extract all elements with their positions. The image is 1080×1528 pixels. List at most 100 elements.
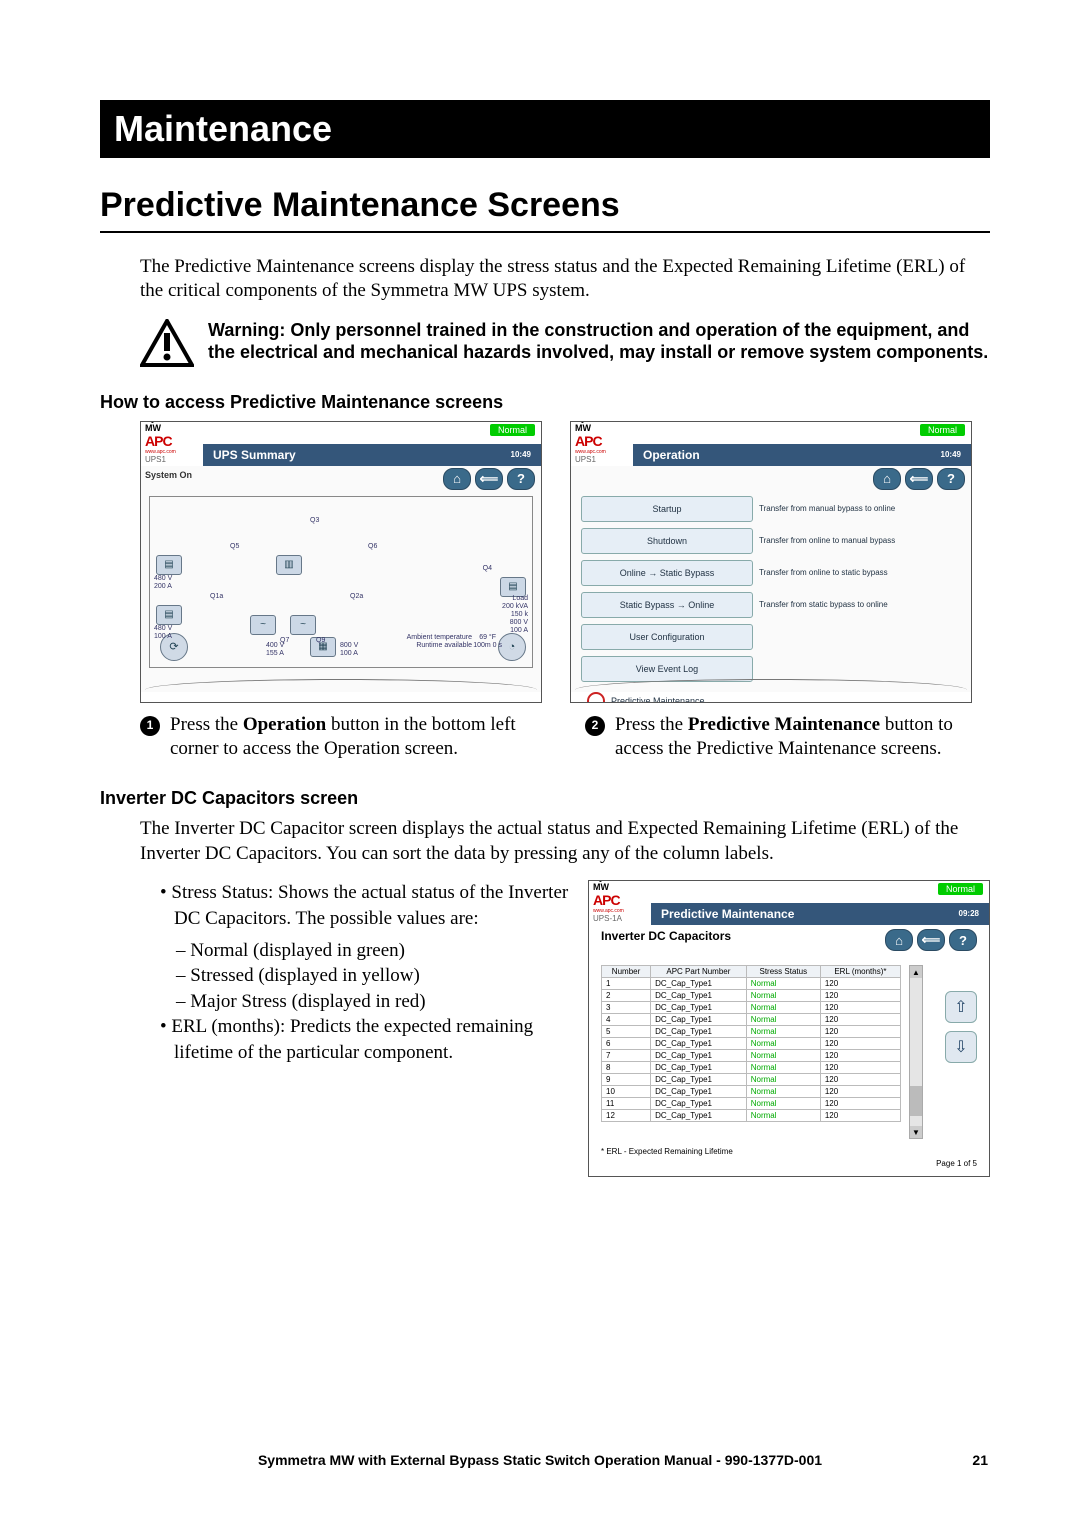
op-shutdown[interactable]: Shutdown	[581, 528, 753, 554]
page-indicator: Page 1 of 5	[936, 1159, 977, 1168]
cell-erl: 120	[820, 1002, 900, 1014]
table-row: 3DC_Cap_Type1Normal120	[602, 1002, 901, 1014]
col-part[interactable]: APC Part Number	[651, 966, 747, 978]
load-a: 100 A	[510, 627, 528, 634]
scroll-down-icon[interactable]: ▼	[910, 1126, 922, 1138]
back-icon[interactable]: ⟸	[917, 929, 945, 951]
cell-erl: 120	[820, 1038, 900, 1050]
section-rule	[100, 231, 990, 233]
read-a: 200 A	[154, 583, 172, 590]
col-number[interactable]: Number	[602, 966, 651, 978]
cell-number: 4	[602, 1014, 651, 1026]
inverter-paragraph: The Inverter DC Capacitor screen display…	[140, 817, 990, 866]
table-row: 9DC_Cap_Type1Normal120	[602, 1074, 901, 1086]
op-startup[interactable]: Startup	[581, 496, 753, 522]
screen-title: Predictive Maintenance	[661, 903, 794, 925]
scrollbar[interactable]: ▲ ▼	[909, 965, 923, 1139]
table-row: 5DC_Cap_Type1Normal120	[602, 1026, 901, 1038]
cell-part: DC_Cap_Type1	[651, 1110, 747, 1122]
product-label: Symmetra MW	[593, 880, 647, 892]
q-label: Q3	[310, 517, 319, 524]
ups-id: UPS-1A	[593, 914, 647, 923]
col-erl[interactable]: ERL (months)*	[820, 966, 900, 978]
back-icon[interactable]: ⟸	[475, 468, 503, 490]
load-v: 800 V	[510, 619, 528, 626]
scroll-up-icon[interactable]: ▲	[910, 966, 922, 978]
section-title: Predictive Maintenance Screens	[100, 186, 990, 225]
help-icon[interactable]: ?	[507, 468, 535, 490]
op-online-to-static[interactable]: Online → Static Bypass	[581, 560, 753, 586]
op-user-config[interactable]: User Configuration	[581, 624, 753, 650]
cell-number: 1	[602, 978, 651, 990]
home-icon[interactable]: ⌂	[873, 468, 901, 490]
cell-part: DC_Cap_Type1	[651, 1002, 747, 1014]
cell-status: Normal	[746, 1038, 820, 1050]
screenshot-operation: Normal Symmetra MW APC www.apc.com UPS1 …	[570, 421, 972, 703]
subheading-access: How to access Predictive Maintenance scr…	[100, 392, 990, 413]
read-a: 155 A	[266, 650, 284, 657]
table-row: 7DC_Cap_Type1Normal120	[602, 1050, 901, 1062]
status-badge: Normal	[938, 883, 983, 895]
apc-logo: Symmetra MW APC www.apc.com UPS-1A	[589, 880, 651, 925]
diagram-node[interactable]: ▤	[156, 605, 182, 625]
help-icon[interactable]: ?	[937, 468, 965, 490]
diagram-node[interactable]: ▤	[156, 555, 182, 575]
cell-number: 7	[602, 1050, 651, 1062]
page-up-button[interactable]: ⇧	[945, 991, 977, 1023]
diagram-node[interactable]: ~	[290, 615, 316, 635]
cell-status: Normal	[746, 1026, 820, 1038]
cell-erl: 120	[820, 1026, 900, 1038]
step-bold: Predictive Maintenance	[688, 714, 880, 735]
cell-part: DC_Cap_Type1	[651, 978, 747, 990]
diagram-node[interactable]: ▥	[276, 555, 302, 575]
cell-number: 5	[602, 1026, 651, 1038]
table-row: 10DC_Cap_Type1Normal120	[602, 1086, 901, 1098]
bullet-stress: Stress Status: Shows the actual status o…	[160, 880, 570, 931]
op-desc: Transfer from static bypass to online	[759, 592, 961, 618]
page-number: 21	[972, 1452, 988, 1468]
cell-erl: 120	[820, 1014, 900, 1026]
back-icon[interactable]: ⟸	[905, 468, 933, 490]
read-a: 100 A	[154, 633, 172, 640]
cell-number: 8	[602, 1062, 651, 1074]
cell-status: Normal	[746, 1086, 820, 1098]
col-status[interactable]: Stress Status	[746, 966, 820, 978]
diagram-node[interactable]: ~	[250, 615, 276, 635]
cell-part: DC_Cap_Type1	[651, 1038, 747, 1050]
q-label: Q9	[316, 637, 325, 644]
erl-footnote: * ERL - Expected Remaining Lifetime	[601, 1147, 733, 1156]
cell-part: DC_Cap_Type1	[651, 1050, 747, 1062]
step-text: Press the	[170, 714, 243, 735]
cell-number: 9	[602, 1074, 651, 1086]
diagram-node[interactable]: ▤	[500, 577, 526, 597]
brand-label: APC	[145, 433, 199, 449]
table-row: 12DC_Cap_Type1Normal120	[602, 1110, 901, 1122]
cell-status: Normal	[746, 1110, 820, 1122]
cell-status: Normal	[746, 1098, 820, 1110]
step-bold: Operation	[243, 714, 326, 735]
op-desc: Transfer from online to manual bypass	[759, 528, 961, 554]
page-down-button[interactable]: ⇩	[945, 1031, 977, 1063]
cell-status: Normal	[746, 1050, 820, 1062]
op-event-log[interactable]: View Event Log	[581, 656, 753, 682]
op-predictive-maintenance[interactable]: Predictive Maintenance	[581, 688, 961, 703]
cell-number: 12	[602, 1110, 651, 1122]
cell-erl: 120	[820, 1050, 900, 1062]
help-icon[interactable]: ?	[949, 929, 977, 951]
read-v: 480 V	[154, 575, 172, 582]
op-static-to-online[interactable]: Static Bypass → Online	[581, 592, 753, 618]
sub-major: Major Stress (displayed in red)	[160, 989, 570, 1015]
cell-erl: 120	[820, 978, 900, 990]
ambient-val: 69 °F	[479, 634, 496, 641]
title-bar: UPS Summary 10:49	[203, 444, 541, 466]
ups-id: UPS1	[575, 455, 629, 464]
diagram-node[interactable]: ◔	[498, 633, 526, 661]
op-desc	[759, 624, 961, 650]
step-text: Press the	[615, 714, 688, 735]
cell-number: 2	[602, 990, 651, 1002]
cell-number: 3	[602, 1002, 651, 1014]
scroll-thumb[interactable]	[910, 1086, 922, 1116]
bullet-erl: ERL (months): Predicts the expected rema…	[160, 1014, 570, 1065]
home-icon[interactable]: ⌂	[885, 929, 913, 951]
home-icon[interactable]: ⌂	[443, 468, 471, 490]
